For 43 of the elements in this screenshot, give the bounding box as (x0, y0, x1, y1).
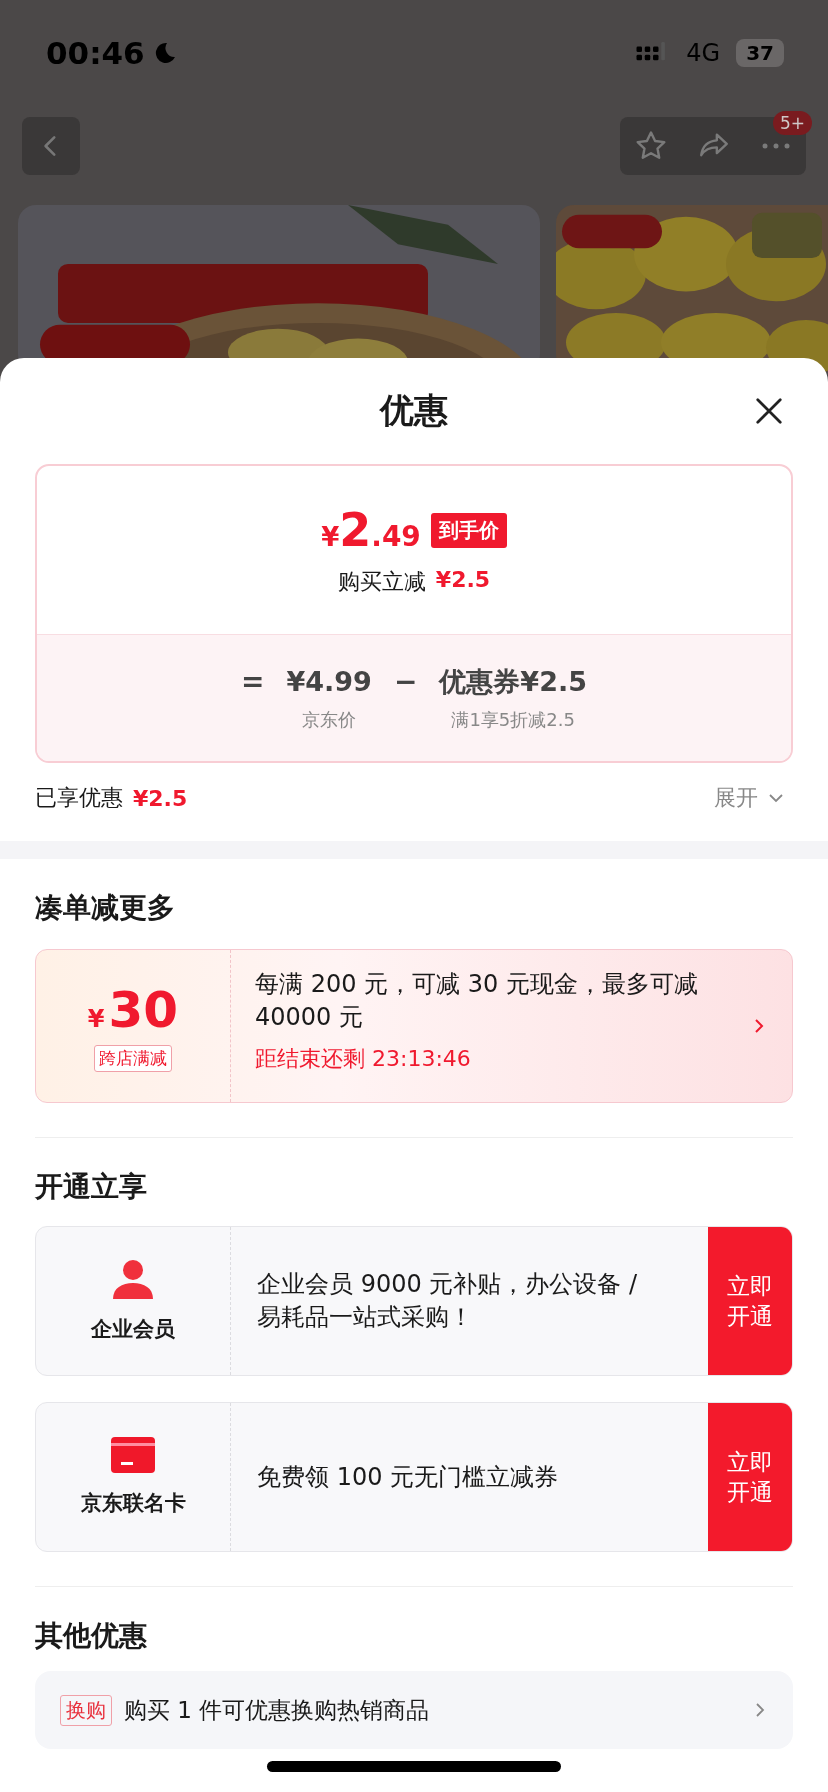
offer-name: 京东联名卡 (80, 1490, 186, 1517)
section-title: 凑单减更多 (34, 890, 176, 926)
offer-description: 免费领 100 元无门槛立减券 (256, 1461, 560, 1493)
card-icon (111, 1437, 155, 1473)
enjoyed-value: ¥2.5 (133, 785, 188, 811)
promo-card[interactable]: ¥30 跨店满减 每满 200 元，可减 30 元现金，最多可减 40000 元 距结束还剩 23:13:46 (35, 949, 793, 1103)
minus-sign: − (393, 664, 418, 700)
offer-text: 购买 1 件可优惠换购热销商品 (124, 1695, 430, 1725)
section-title: 其他优惠 (34, 1618, 148, 1654)
sheet-title: 优惠 (380, 389, 448, 432)
status-time: 00:46 (46, 34, 145, 71)
offer-description: 企业会员 9000 元补贴，办公设备 / 易耗品一站式采购！ (256, 1269, 639, 1333)
countdown-text: 距结束还剩 23:13:46 (255, 1045, 472, 1073)
expand-link[interactable]: 展开 (714, 783, 758, 813)
offer-tag: 换购 (60, 1694, 112, 1726)
enjoyed-label: 已享优惠 (35, 784, 123, 812)
base-price: ¥4.99 (286, 665, 372, 699)
final-price: ¥2.49 (321, 503, 421, 557)
discount-amount: ¥30 (87, 980, 179, 1039)
base-price-label: 京东价 (302, 708, 357, 732)
offer-row[interactable]: 换购 购买 1 件可优惠换购热销商品 (35, 1671, 793, 1749)
back-button[interactable] (22, 117, 80, 175)
instant-value: ¥2.5 (435, 567, 491, 594)
chevron-right-icon (754, 1018, 764, 1034)
activate-button[interactable]: 立即开通 (708, 1403, 792, 1551)
chevron-down-icon[interactable] (768, 793, 784, 803)
activate-button[interactable]: 立即开通 (708, 1227, 792, 1375)
battery-indicator: 37 (736, 38, 784, 67)
instant-label: 购买立减 (337, 568, 426, 596)
promo-description: 每满 200 元，可减 30 元现金，最多可减 40000 元 (255, 969, 699, 1033)
person-icon (111, 1259, 155, 1299)
offer-name: 企业会员 (91, 1316, 175, 1343)
notification-badge: 5+ (772, 111, 812, 135)
more-icon[interactable] (760, 141, 792, 151)
price-tag: 到手价 (430, 512, 507, 548)
equals-sign: = (241, 664, 265, 700)
close-icon[interactable] (754, 396, 784, 426)
coupon-condition: 满1享5折减2.5 (451, 708, 575, 732)
chevron-right-icon (755, 1702, 765, 1718)
network-label: 4G (686, 38, 721, 67)
section-title: 开通立享 (34, 1169, 148, 1205)
coupon-amount: 优惠券¥2.5 (439, 665, 587, 699)
promo-tag: 跨店满减 (94, 1044, 172, 1072)
